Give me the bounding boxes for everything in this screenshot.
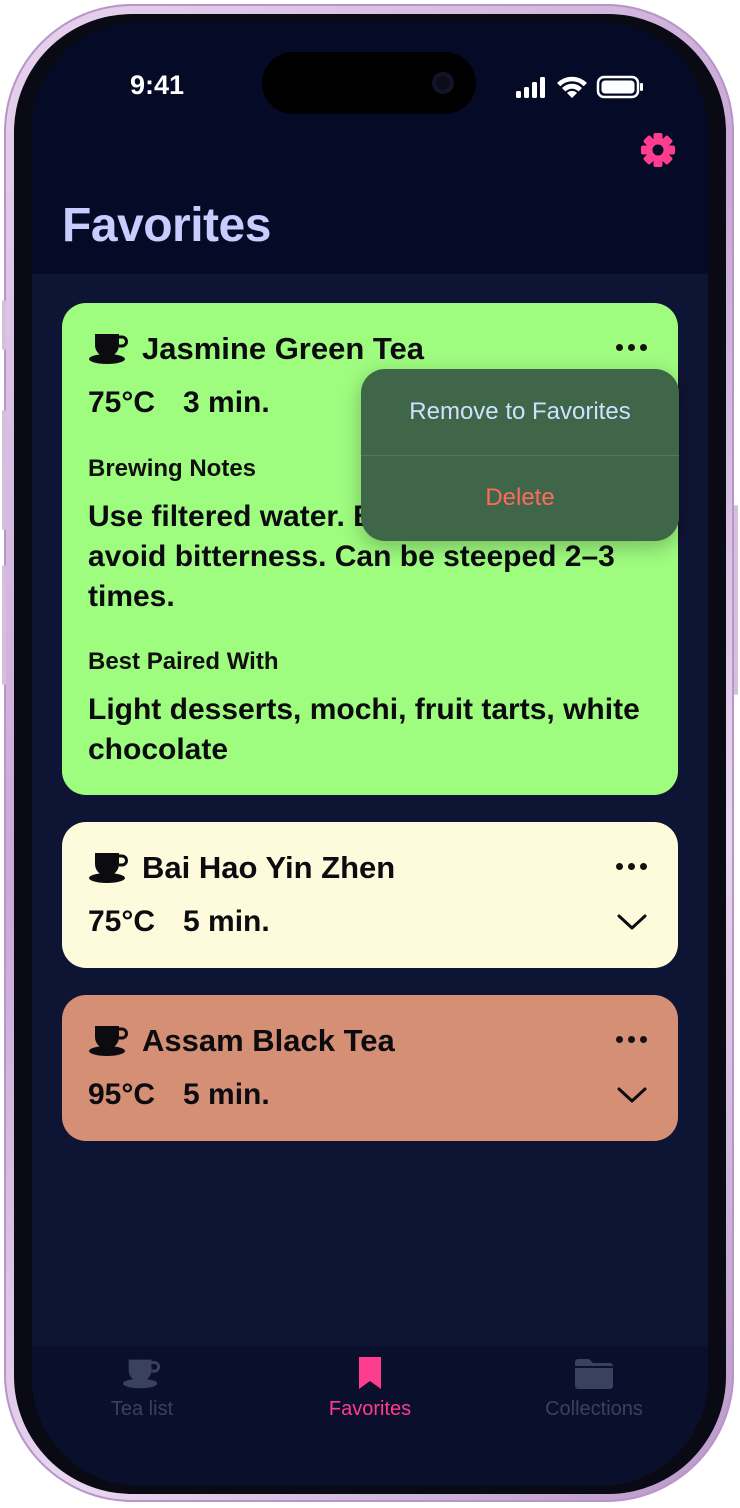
status-time: 9:41	[130, 70, 185, 100]
mute-switch	[2, 300, 6, 350]
tea-card-bai-hao-yin-zhen[interactable]: Bai Hao Yin Zhen 75°C 5 min.	[62, 822, 678, 968]
tea-card-assam-black-tea[interactable]: Assam Black Tea 95°C 5 min.	[62, 995, 678, 1141]
tab-label: Favorites	[328, 1398, 412, 1420]
teacup-icon	[89, 853, 128, 883]
battery-icon	[596, 75, 643, 99]
delete-menu-item[interactable]: Delete	[361, 455, 679, 541]
paired-with-label: Best Paired With	[88, 648, 279, 675]
brew-params: 75°C 3 min.	[88, 386, 270, 420]
cellular-signal-icon	[516, 77, 545, 98]
chevron-down-icon[interactable]	[616, 912, 648, 932]
camera-icon	[432, 72, 454, 94]
more-options-icon[interactable]	[614, 342, 650, 354]
tea-name: Assam Black Tea	[142, 1023, 395, 1058]
brew-temperature: 75°C	[88, 386, 156, 419]
paired-with-text: Light desserts, mochi, fruit tarts, whit…	[88, 693, 640, 766]
remove-favorite-menu-item[interactable]: Remove to Favorites	[361, 369, 679, 456]
tab-label: Collections	[545, 1398, 643, 1420]
tab-tea-list[interactable]: Tea list	[32, 1346, 252, 1446]
volume-up-button	[2, 410, 6, 530]
brewing-notes-label: Brewing Notes	[88, 455, 257, 482]
brew-temperature: 75°C	[88, 905, 156, 938]
context-menu: Remove to Favorites Delete	[361, 369, 679, 541]
tab-label: Tea list	[110, 1398, 174, 1420]
brew-params: 75°C 5 min.	[88, 905, 270, 939]
header: 9:41 Favorites	[32, 22, 708, 274]
page-title: Favorites	[62, 199, 271, 252]
brew-time: 5 min.	[183, 1078, 270, 1111]
power-button	[734, 505, 738, 695]
brew-time: 3 min.	[183, 386, 270, 419]
tea-name: Jasmine Green Tea	[142, 331, 425, 366]
brew-params: 95°C 5 min.	[88, 1078, 270, 1112]
more-options-icon[interactable]	[614, 1034, 650, 1046]
brew-time: 5 min.	[183, 905, 270, 938]
volume-down-button	[2, 565, 6, 685]
screen: 9:41 Favorites Jasmine Green Tea 75°C 3 …	[32, 22, 708, 1486]
tab-favorites[interactable]: Favorites	[260, 1346, 480, 1446]
folder-icon	[575, 1359, 613, 1389]
more-options-icon[interactable]	[614, 861, 650, 873]
brew-temperature: 95°C	[88, 1078, 156, 1111]
wifi-icon	[557, 76, 587, 98]
tab-collections[interactable]: Collections	[484, 1346, 704, 1446]
tab-bar: Tea list Favorites Collections	[32, 1346, 708, 1486]
teacup-icon	[89, 334, 128, 364]
teacup-icon	[122, 1359, 161, 1389]
bookmark-icon	[359, 1357, 381, 1389]
gear-icon[interactable]	[638, 130, 678, 170]
tea-name: Bai Hao Yin Zhen	[142, 850, 396, 885]
chevron-down-icon[interactable]	[616, 1085, 648, 1105]
status-icons	[516, 75, 643, 99]
teacup-icon	[89, 1026, 128, 1056]
